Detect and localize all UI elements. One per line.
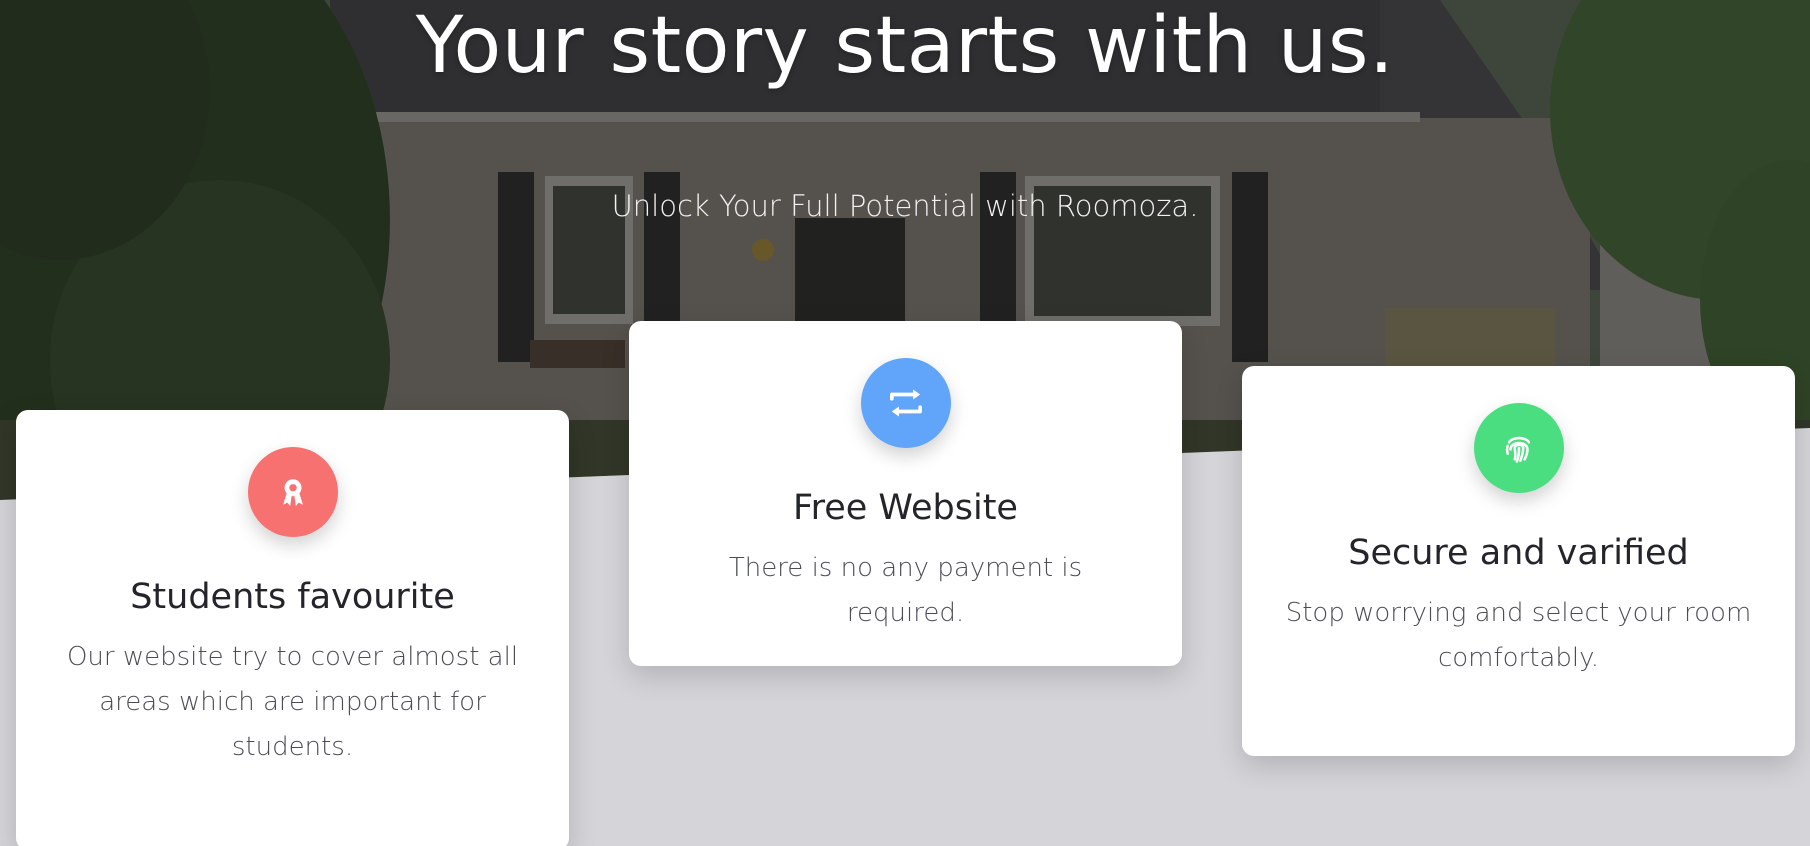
feature-description: Our website try to cover almost all area…: [66, 642, 519, 762]
feature-card-secure-verified: Secure and varified Stop worrying and se…: [1242, 366, 1795, 756]
feature-card-students-favourite: Students favourite Our website try to co…: [16, 410, 569, 846]
hero-title: Your story starts with us.: [415, 1, 1395, 91]
award-ribbon-icon: [247, 447, 338, 537]
fingerprint-icon: [1473, 403, 1564, 493]
feature-description: Stop worrying and select your room comfo…: [1285, 598, 1752, 673]
feature-title: Students favourite: [130, 577, 455, 617]
feature-title: Free Website: [793, 488, 1018, 528]
hero-subtitle: Unlock Your Full Potential with Roomoza.: [611, 189, 1199, 223]
landing-page: Your story starts with us. Unlock Your F…: [0, 0, 1810, 846]
retweet-arrows-icon: [860, 358, 951, 448]
feature-title: Secure and varified: [1348, 533, 1689, 573]
feature-description: There is no any payment is required.: [728, 553, 1083, 628]
feature-card-free-website: Free Website There is no any payment is …: [629, 321, 1182, 666]
